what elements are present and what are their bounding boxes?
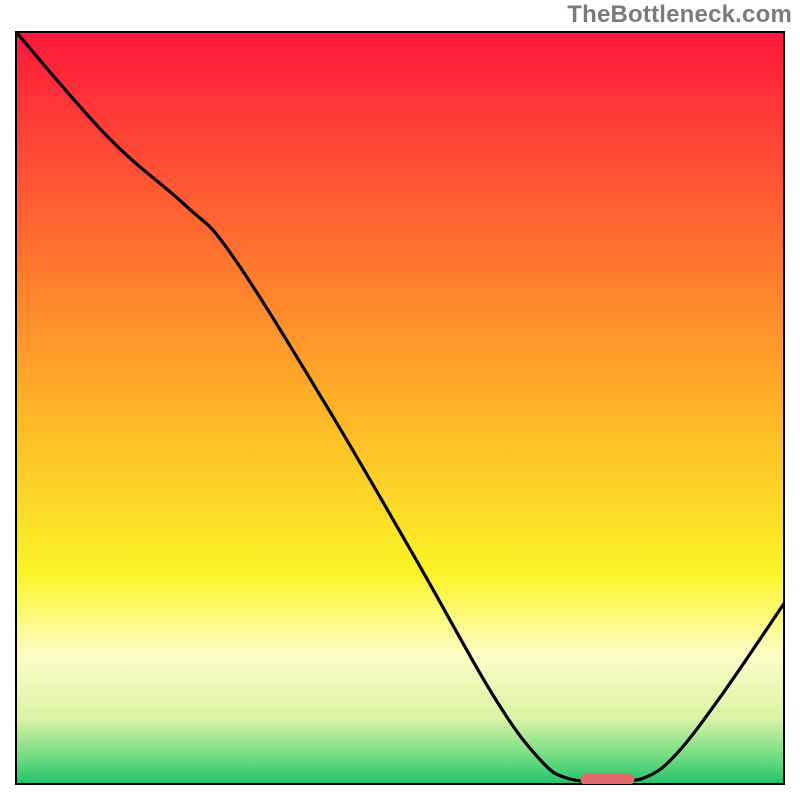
bottleneck-chart [0,0,800,800]
plot-area [16,32,784,785]
gradient-background [16,32,784,784]
optimal-range-marker [580,773,634,785]
